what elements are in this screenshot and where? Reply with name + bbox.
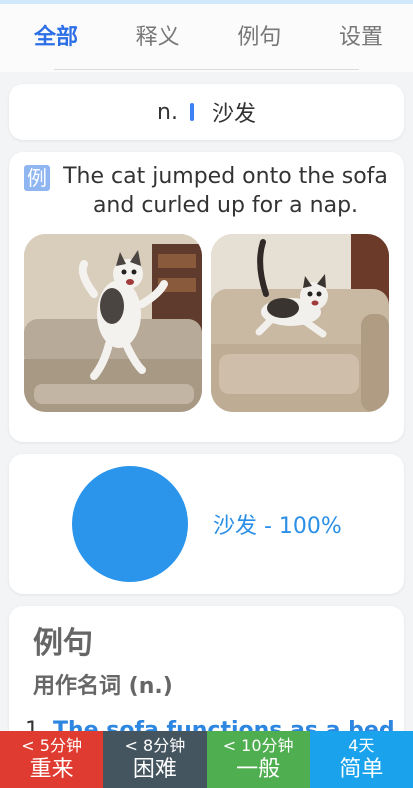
again-button[interactable]: < 5分钟 重来 <box>0 731 104 788</box>
sentences-heading: 例句 <box>33 626 93 661</box>
example-badge-icon: 例 <box>24 165 50 191</box>
meaning-distribution-card: 沙发 - 100% <box>9 454 404 594</box>
again-label: 重来 <box>29 756 74 782</box>
meaning-pie-label: 沙发 - 100% <box>213 514 342 539</box>
good-label: 一般 <box>236 756 281 782</box>
good-button[interactable]: < 10分钟 一般 <box>206 731 310 788</box>
example-image-1[interactable] <box>24 234 202 412</box>
easy-button[interactable]: 4天 简单 <box>309 731 413 788</box>
review-button-bar: < 5分钟 重来 < 8分钟 困难 < 10分钟 一般 4天 简单 <box>0 731 413 788</box>
example-sentence: The cat jumped onto the sofa and curled … <box>63 164 388 218</box>
tab-settings[interactable]: 设置 <box>339 27 383 49</box>
part-of-speech: n. <box>157 99 178 125</box>
example-image-2[interactable] <box>211 234 389 412</box>
hard-label: 困难 <box>132 756 177 782</box>
tab-definition[interactable]: 释义 <box>136 27 180 49</box>
definition-separator <box>189 103 194 121</box>
good-interval: < 10分钟 <box>222 735 294 755</box>
hard-interval: < 8分钟 <box>124 735 186 755</box>
example-card: 例 The cat jumped onto the sofa and curle… <box>9 152 404 442</box>
hard-button[interactable]: < 8分钟 困难 <box>103 731 207 788</box>
meaning-pie-chart <box>72 466 188 582</box>
sentences-subheading: 用作名词 (n.) <box>33 674 173 699</box>
tab-all[interactable]: 全部 <box>34 27 78 49</box>
example-sentence-block: 例 The cat jumped onto the sofa and curle… <box>24 162 389 220</box>
definition-meaning: 沙发 <box>211 102 256 127</box>
pie-slice <box>72 466 188 582</box>
easy-label: 简单 <box>339 756 384 782</box>
definition-card: n. 沙发 <box>9 84 404 140</box>
tab-examples[interactable]: 例句 <box>237 27 281 49</box>
tab-bar: 全部 释义 例句 设置 <box>0 4 413 72</box>
again-interval: < 5分钟 <box>21 735 82 755</box>
easy-interval: 4天 <box>348 735 375 755</box>
tab-divider <box>54 69 359 70</box>
